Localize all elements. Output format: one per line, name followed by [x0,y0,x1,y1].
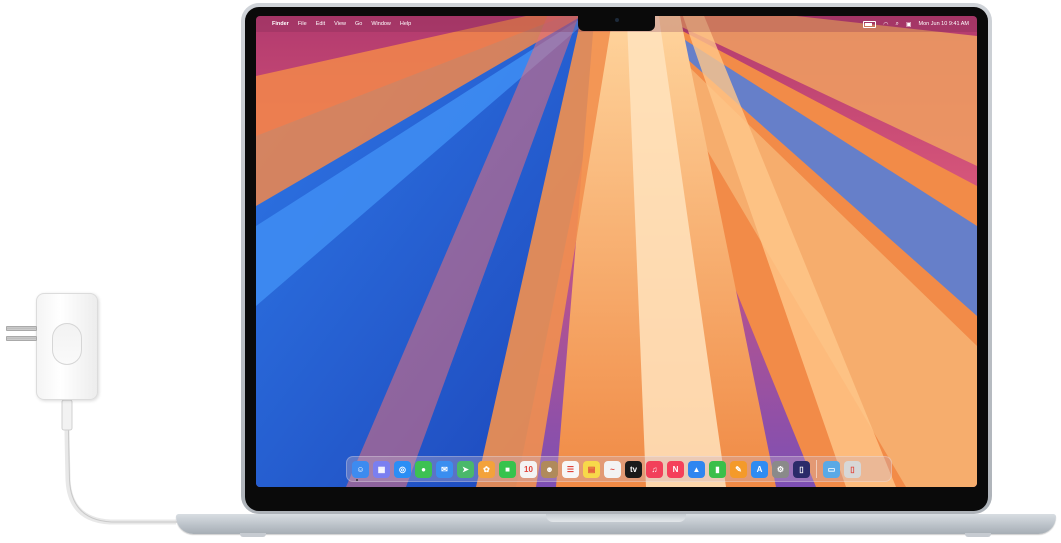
pages-icon[interactable]: ✎ [730,460,747,478]
system-settings-icon[interactable]: ⚙ [772,460,789,478]
maps-icon[interactable]: ➤ [457,460,474,478]
laptop-base [176,514,1056,534]
menu-view[interactable]: View [334,21,346,27]
tv-icon[interactable]: tv [625,460,642,478]
control-center-icon[interactable]: ▣ [906,21,912,28]
notes-icon[interactable]: ▤ [583,460,600,478]
dock: ☺ ▦ ◎ ● ✉ ➤ ✿ ■ 10 ☻ ☰ ▤ ~ tv ♫ N ▲ ▮ ✎ A ⚙ ▯ ▭ ▯ [346,456,892,482]
menu-help[interactable]: Help [400,21,411,27]
menu-clock[interactable]: Mon Jun 10 9:41 AM [919,21,969,27]
contacts-icon[interactable]: ☻ [541,460,558,478]
reminders-icon[interactable]: ☰ [562,460,579,478]
mail-icon[interactable]: ✉ [436,460,453,478]
keynote-icon[interactable]: ▲ [688,460,705,478]
adapter-contour [52,323,82,365]
finder-icon[interactable]: ☺ [352,460,369,478]
plug-prong-bottom [6,336,37,341]
app-store-icon[interactable]: A [751,460,768,478]
freeform-icon[interactable]: ~ [604,460,621,478]
plug-prong-top [6,326,37,331]
news-icon[interactable]: N [667,460,684,478]
running-indicator [356,479,358,481]
menu-app-name[interactable]: Finder [272,21,289,27]
calendar-icon[interactable]: 10 [520,460,537,478]
downloads-folder-icon[interactable]: ▭ [823,460,840,478]
camera-notch [578,14,655,31]
laptop-foot-left [240,533,266,537]
spotlight-search-icon[interactable]: ⌕ [896,21,899,28]
menu-edit[interactable]: Edit [316,21,325,27]
facetime-icon[interactable]: ■ [499,460,516,478]
laptop-foot-right [965,533,991,537]
messages-icon[interactable]: ● [415,460,432,478]
menu-window[interactable]: Window [371,21,391,27]
launchpad-icon[interactable]: ▦ [373,460,390,478]
music-icon[interactable]: ♫ [646,460,663,478]
lid-opening-notch [546,514,686,522]
trash-icon[interactable]: ▯ [844,460,861,478]
dock-separator [816,460,817,478]
menu-go[interactable]: Go [355,21,362,27]
numbers-icon[interactable]: ▮ [709,460,726,478]
power-adapter [36,293,98,400]
wifi-icon[interactable]: ◠ [883,21,888,28]
camera-icon [615,18,619,22]
safari-icon[interactable]: ◎ [394,460,411,478]
photos-icon[interactable]: ✿ [478,460,495,478]
battery-icon[interactable] [863,20,877,28]
menu-file[interactable]: File [298,21,307,27]
wallpaper [256,16,977,487]
desktop-screen: Finder File Edit View Go Window Help ◠ ⌕… [256,16,977,487]
iphone-mirroring-icon[interactable]: ▯ [793,460,810,478]
